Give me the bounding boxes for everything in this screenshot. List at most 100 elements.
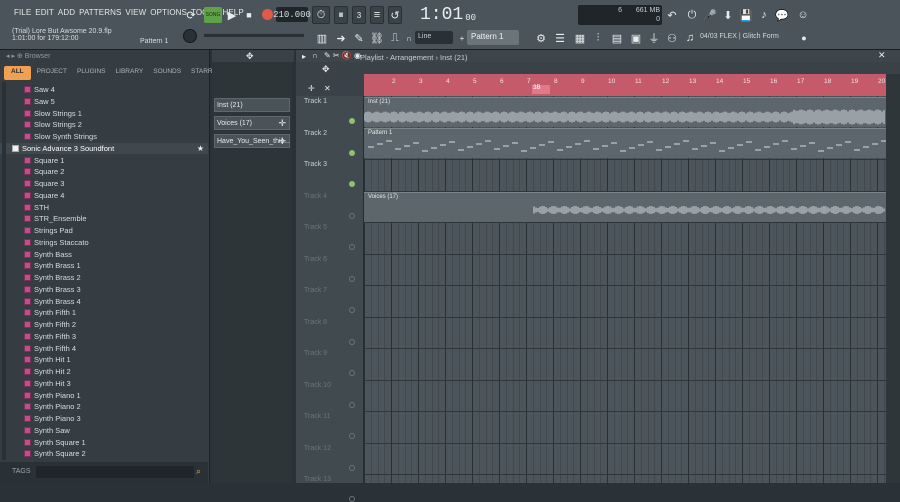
track-label[interactable]: Track 2 (304, 130, 327, 137)
track-label[interactable]: Track 4 (304, 193, 327, 200)
browser-item[interactable]: STH (0, 202, 208, 213)
move-icon[interactable]: ✥ (322, 64, 330, 75)
track-label[interactable]: Track 8 (304, 319, 327, 326)
track-mute-led[interactable] (349, 433, 355, 439)
track-mute-led[interactable] (349, 275, 355, 282)
track-label[interactable]: Track 6 (304, 256, 327, 263)
tools-icon[interactable]: ✎ ✂ 🔇 ◉ (324, 51, 361, 60)
track-label[interactable]: Track 13 (304, 476, 331, 483)
menu-patterns[interactable]: PATTERNS (79, 8, 121, 17)
browser-item[interactable]: Synth Hit 3 (0, 378, 208, 389)
news-icon[interactable]: ● (798, 29, 810, 47)
render-icon[interactable]: ♪ (756, 6, 772, 24)
playlist-scrollbar[interactable] (886, 74, 900, 483)
snap-select[interactable]: Line (415, 31, 453, 44)
tempo-display[interactable]: 210.000 (273, 7, 311, 22)
tab-all[interactable]: ALL (4, 66, 31, 80)
browser-item[interactable]: Synth Fifth 3 (0, 331, 208, 342)
plugin-icon[interactable]: ⚙ (533, 29, 549, 47)
track-mute-led[interactable] (349, 338, 355, 345)
track-label[interactable]: Track 7 (304, 287, 327, 294)
track-mute-led[interactable] (349, 149, 355, 156)
browser-item[interactable]: Synth Fifth 2 (0, 319, 208, 330)
browser-item[interactable]: Synth Brass 1 (0, 260, 208, 271)
plug-icon[interactable]: ⏚ (646, 29, 662, 47)
track-label[interactable]: Track 5 (304, 224, 327, 231)
mic-icon[interactable]: 🎤 (702, 6, 718, 24)
browser-item[interactable]: Strings Pad (0, 225, 208, 236)
mixer-icon[interactable]: ⫶ (590, 29, 606, 47)
browser-item[interactable]: Synth Saw (0, 425, 208, 436)
pattern-prev-icon[interactable]: + (458, 29, 466, 47)
tab-project[interactable]: PROJECT (33, 66, 71, 80)
browser-item[interactable]: Synth Hit 1 (0, 354, 208, 365)
track-mute-led[interactable] (349, 464, 355, 471)
chat-icon[interactable]: 💬 (774, 6, 790, 24)
play-icon[interactable]: ▶ (225, 6, 239, 24)
track-label[interactable]: Track 11 (304, 413, 330, 420)
add-track-icon[interactable]: ✛ (308, 84, 315, 93)
browser-item[interactable]: Synth Square 1 (0, 437, 208, 448)
browser-item[interactable]: Strings Staccato (0, 237, 208, 248)
download-icon[interactable]: ⬇ (720, 6, 736, 24)
browser-item[interactable]: Synth Hit 2 (0, 366, 208, 377)
browser-item[interactable]: Saw 5 (0, 96, 208, 107)
star-icon[interactable]: ★ (197, 144, 204, 153)
countdown-icon[interactable]: 3 (352, 6, 366, 24)
link-icon[interactable]: ⛓ (370, 29, 384, 47)
browser-item[interactable]: Synth Fifth 4 (0, 343, 208, 354)
browser-item[interactable]: Synth Square 2 (0, 448, 208, 459)
track-mute-led[interactable] (349, 496, 355, 502)
playlist-clip[interactable]: Voices (17) (364, 192, 886, 222)
tab-plugins[interactable]: PLUGINS (73, 66, 110, 80)
track-mute-led[interactable] (349, 244, 355, 250)
browser-item[interactable]: Synth Brass 2 (0, 272, 208, 283)
master-volume-knob[interactable] (183, 29, 197, 43)
channel-inst[interactable]: Inst (21) (214, 98, 290, 112)
magnet-small-icon[interactable]: ∩ (312, 51, 318, 60)
track-label[interactable]: Track 1 (304, 98, 327, 105)
channel-have-you-seen[interactable]: Have_You_Seen_this... ✛ (214, 134, 290, 148)
browser-item[interactable]: Slow Strings 2 (0, 119, 208, 130)
browser-item[interactable]: Synth Brass 3 (0, 284, 208, 295)
undo-icon[interactable]: ↶ (664, 6, 680, 24)
people-icon[interactable]: ⚇ (664, 29, 680, 47)
browser-item[interactable]: Synth Brass 4 (0, 296, 208, 307)
marker[interactable]: ЗВ (532, 85, 550, 94)
track-mute-led[interactable] (349, 118, 355, 124)
save-icon[interactable]: 💾 (738, 6, 754, 24)
timeline-ruler[interactable]: ЗВ 2 3 4 5 6 7 8 9 10 11 12 13 14 15 16 17 18 19 20 (364, 74, 886, 96)
browser-item[interactable]: STR_Ensemble (0, 213, 208, 224)
blend-icon[interactable]: ≡ (370, 6, 384, 24)
menu-add[interactable]: ADD (58, 8, 75, 17)
stop-icon[interactable]: ■ (242, 6, 256, 24)
song-mode-button[interactable]: SONG (204, 7, 222, 23)
browser-item[interactable]: Synth Bass (0, 249, 208, 260)
mic-small-icon[interactable]: ♫ (682, 29, 698, 47)
channel-rack-icon[interactable]: ▦ (572, 29, 588, 47)
pianoroll-icon[interactable]: ▣ (628, 29, 644, 47)
magnet-icon[interactable]: ∩ (404, 29, 414, 47)
track-label[interactable]: Track 12 (304, 445, 331, 452)
arrow-icon[interactable]: ➜ (334, 29, 348, 47)
pattern-select[interactable]: Pattern 1 (467, 30, 519, 45)
browser-scrollbar[interactable] (2, 82, 6, 460)
menu-file[interactable]: FILE (14, 8, 31, 17)
browser-item[interactable]: Slow Strings 1 (0, 108, 208, 119)
channel-voices[interactable]: Voices (17) ✛ (214, 116, 290, 130)
browser-item[interactable]: Square 2 (0, 166, 208, 177)
close-icon[interactable]: ✕ (878, 50, 886, 61)
wait-icon[interactable]: ⏸ (334, 6, 348, 24)
playlist-icon[interactable]: ☰ (552, 29, 568, 47)
track-mute-led[interactable] (349, 181, 355, 187)
track-mute-led[interactable] (349, 401, 355, 408)
playlist-clip[interactable]: Inst (21) (364, 97, 886, 127)
refresh-icon[interactable]: ⟳ (182, 6, 200, 24)
track-mute-led[interactable] (349, 307, 355, 313)
browser-item[interactable]: Square 1 (0, 155, 208, 166)
track-label[interactable]: Track 9 (304, 350, 327, 357)
menu-edit[interactable]: EDIT (35, 8, 54, 17)
browser-item[interactable]: Synth Piano 2 (0, 401, 208, 412)
arrow-right-icon[interactable]: ▸ (302, 52, 306, 61)
menu-view[interactable]: VIEW (125, 8, 146, 17)
